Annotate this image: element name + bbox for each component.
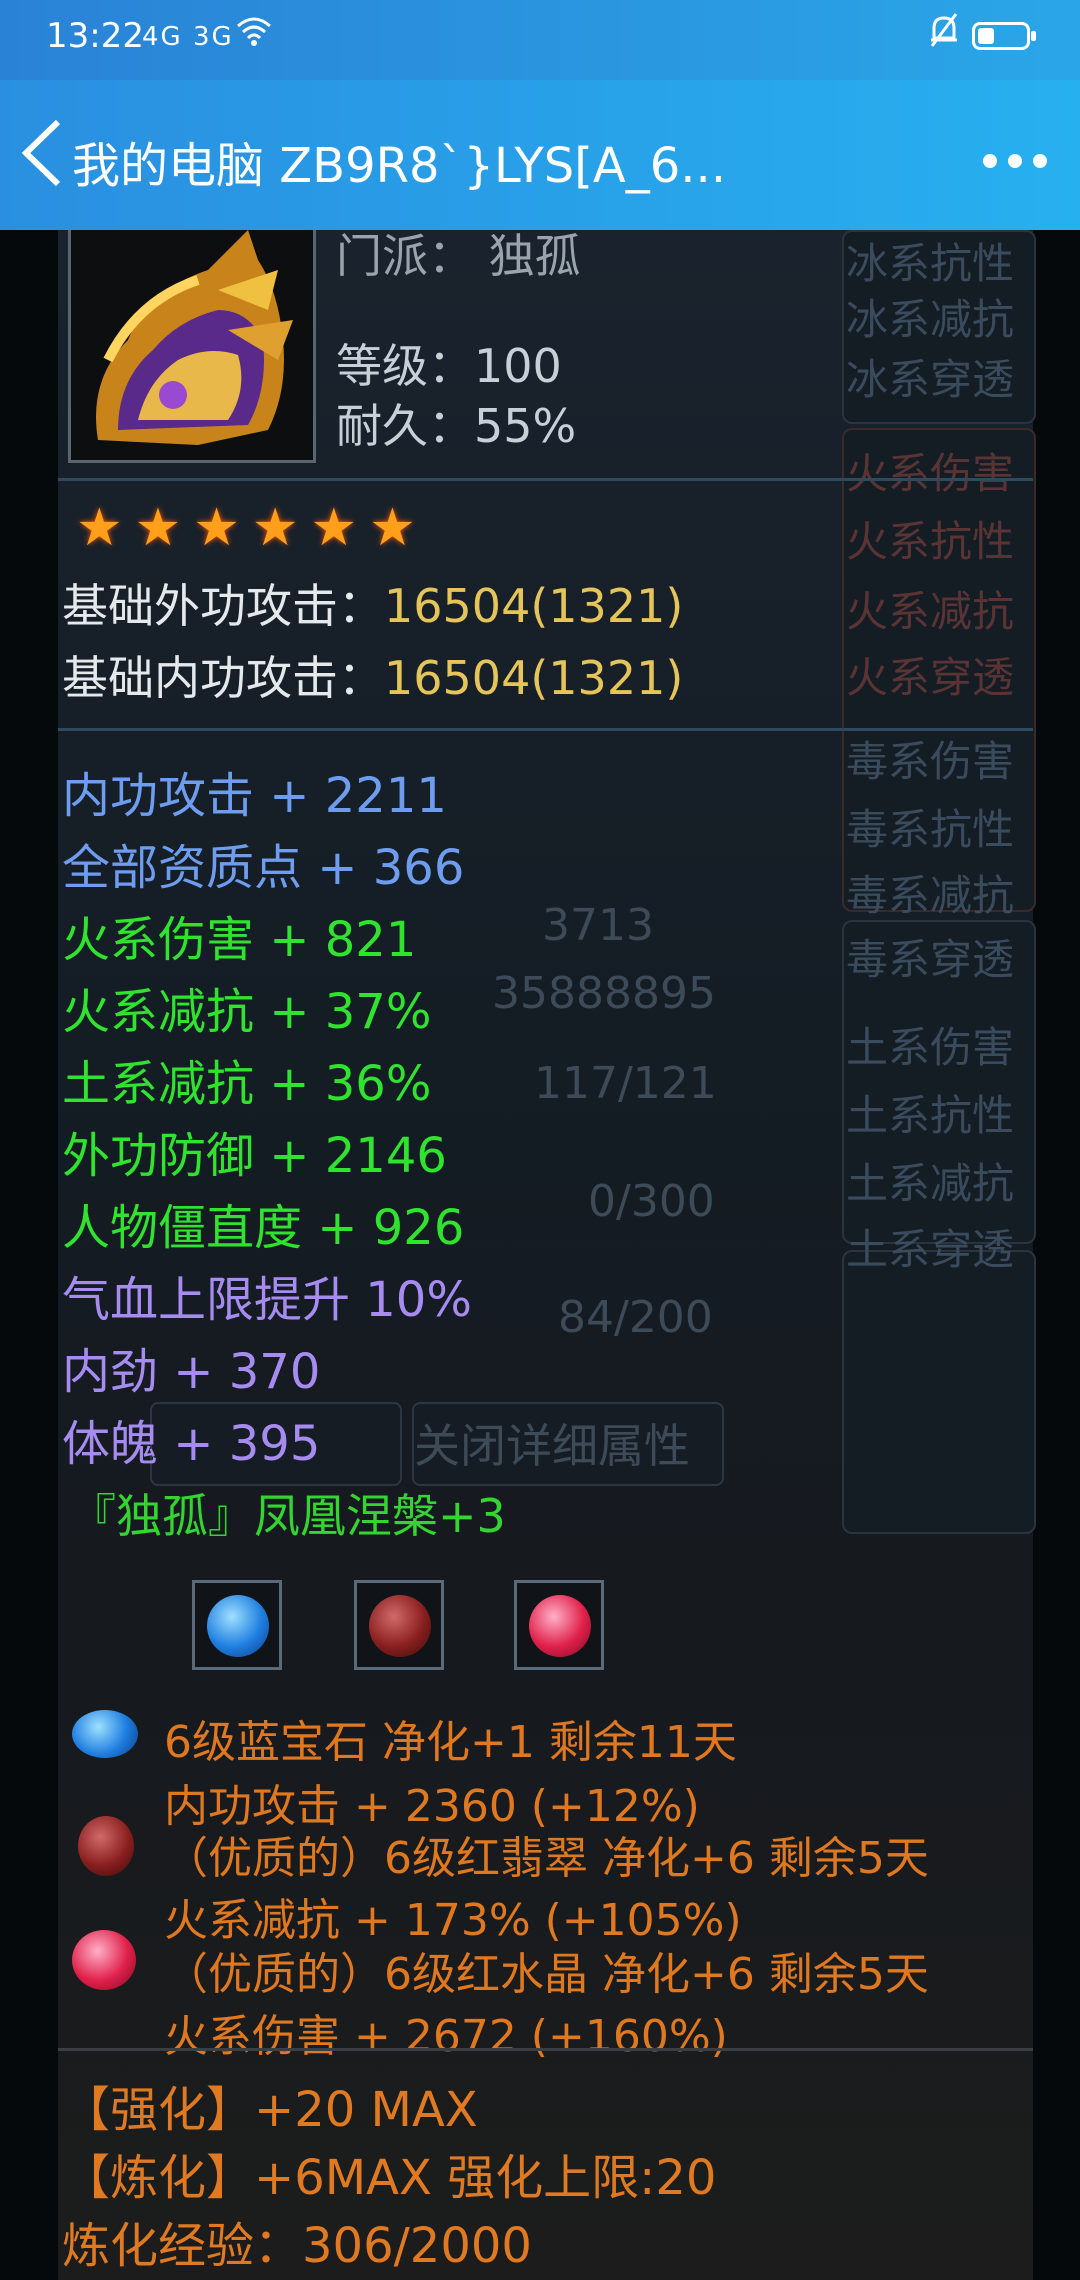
right-label: 火系穿透: [846, 653, 1015, 702]
red-gem-icon: [529, 1595, 591, 1657]
attribute-line: 外功防御 + 2146: [62, 1128, 447, 1184]
close-detail-label: 关闭详细属性: [414, 1419, 690, 1473]
signal-icon: 4G 3G: [142, 22, 234, 52]
right-label: 火系抗性: [846, 517, 1015, 566]
gem-effect: 火系伤害 + 2672 (+160%): [164, 2011, 728, 2062]
attribute-line: 全部资质点 + 366: [62, 840, 465, 896]
right-label: 冰系抗性: [846, 239, 1015, 288]
bg-value: 117/121: [534, 1058, 717, 1109]
dark-red-gem-icon: [78, 1816, 134, 1876]
bg-value: 84/200: [558, 1292, 713, 1343]
bg-value: 3713: [542, 900, 654, 951]
attribute-line: 土系减抗 + 36%: [62, 1056, 432, 1112]
attribute-line: 气血上限提升 10%: [62, 1272, 472, 1328]
divider: [58, 728, 1033, 731]
right-label: 土系伤害: [846, 1023, 1015, 1072]
set-bonus: 『独孤』凤凰涅槃+3: [70, 1489, 506, 1543]
right-label: 冰系穿透: [846, 355, 1015, 404]
right-label: 冰系减抗: [846, 295, 1015, 344]
chevron-left-icon[interactable]: [20, 118, 64, 199]
gem-name: 6级蓝宝石 净化+1 剩余11天: [164, 1717, 737, 1768]
right-label: 毒系抗性: [846, 805, 1015, 854]
strengthen-level: 【强化】+20 MAX: [62, 2082, 478, 2138]
red-gem-icon: [72, 1930, 136, 1990]
right-label: 火系伤害: [846, 449, 1015, 498]
dark-red-gem-icon: [369, 1595, 431, 1657]
gem-name: （优质的）6级红翡翠 净化+6 剩余5天: [164, 1833, 929, 1884]
base-external-attack: 基础外功攻击：16504(1321): [62, 570, 683, 636]
bell-muted-icon: [928, 12, 960, 57]
status-time: 13:22: [46, 16, 144, 56]
right-label: 毒系伤害: [846, 737, 1015, 786]
bg-value: 35888895: [492, 968, 716, 1019]
item-durability: 耐久：55%: [336, 399, 577, 453]
chat-title: 我的电脑 ZB9R8`}LYS[A_6...: [72, 138, 727, 194]
right-label: 火系减抗: [846, 587, 1015, 636]
item-level: 等级：100: [336, 339, 562, 393]
attribute-line: 火系伤害 + 821: [62, 912, 417, 968]
attribute-line: 体魄 + 395: [62, 1416, 321, 1472]
refine-level: 【炼化】+6MAX 强化上限:20: [62, 2150, 717, 2206]
battery-icon: [972, 22, 1036, 50]
attribute-line: 火系减抗 + 37%: [62, 984, 432, 1040]
refine-exp: 炼化经验：306/2000: [62, 2218, 532, 2274]
label: 基础内功攻击：: [62, 651, 384, 705]
blue-gem-icon: [207, 1595, 269, 1657]
gem-name: （优质的）6级红水晶 净化+6 剩余5天: [164, 1949, 929, 2000]
attribute-line: 内劲 + 370: [62, 1344, 321, 1400]
divider: [58, 478, 1033, 481]
helmet-icon: [78, 230, 302, 460]
base-internal-attack: 基础内功攻击：16504(1321): [62, 642, 683, 708]
status-bar: 13:22 4G 3G: [0, 0, 1080, 80]
right-label: 毒系减抗: [846, 871, 1015, 920]
value: 16504(1321): [384, 579, 684, 633]
right-label: 毒系穿透: [846, 935, 1015, 984]
right-group-earth: [842, 1250, 1036, 1534]
game-screenshot[interactable]: 冰系抗性 冰系减抗 冰系穿透 火系伤害 火系抗性 火系减抗 火系穿透 毒系伤害 …: [0, 230, 1080, 2280]
label: 基础外功攻击：: [62, 579, 384, 633]
star-rating: ★★★★★★: [76, 498, 428, 558]
value: 16504(1321): [384, 651, 684, 705]
right-label: 土系穿透: [846, 1225, 1015, 1274]
right-label: 土系减抗: [846, 1159, 1015, 1208]
app-header: 我的电脑 ZB9R8`}LYS[A_6...: [0, 80, 1080, 230]
bg-value: 0/300: [588, 1176, 715, 1227]
gem-slot-2[interactable]: [354, 1580, 444, 1670]
right-label: 土系抗性: [846, 1091, 1015, 1140]
more-dots-icon[interactable]: [980, 124, 1050, 184]
attribute-line: 人物僵直度 + 926: [62, 1200, 465, 1256]
divider: [58, 2048, 1033, 2051]
item-school: 门派： 独孤: [336, 230, 581, 283]
attribute-line: 内功攻击 + 2211: [62, 768, 447, 824]
blue-gem-icon: [72, 1710, 138, 1758]
gem-slot-1[interactable]: [192, 1580, 282, 1670]
gem-slot-3[interactable]: [514, 1580, 604, 1670]
wifi-icon: [236, 14, 272, 55]
